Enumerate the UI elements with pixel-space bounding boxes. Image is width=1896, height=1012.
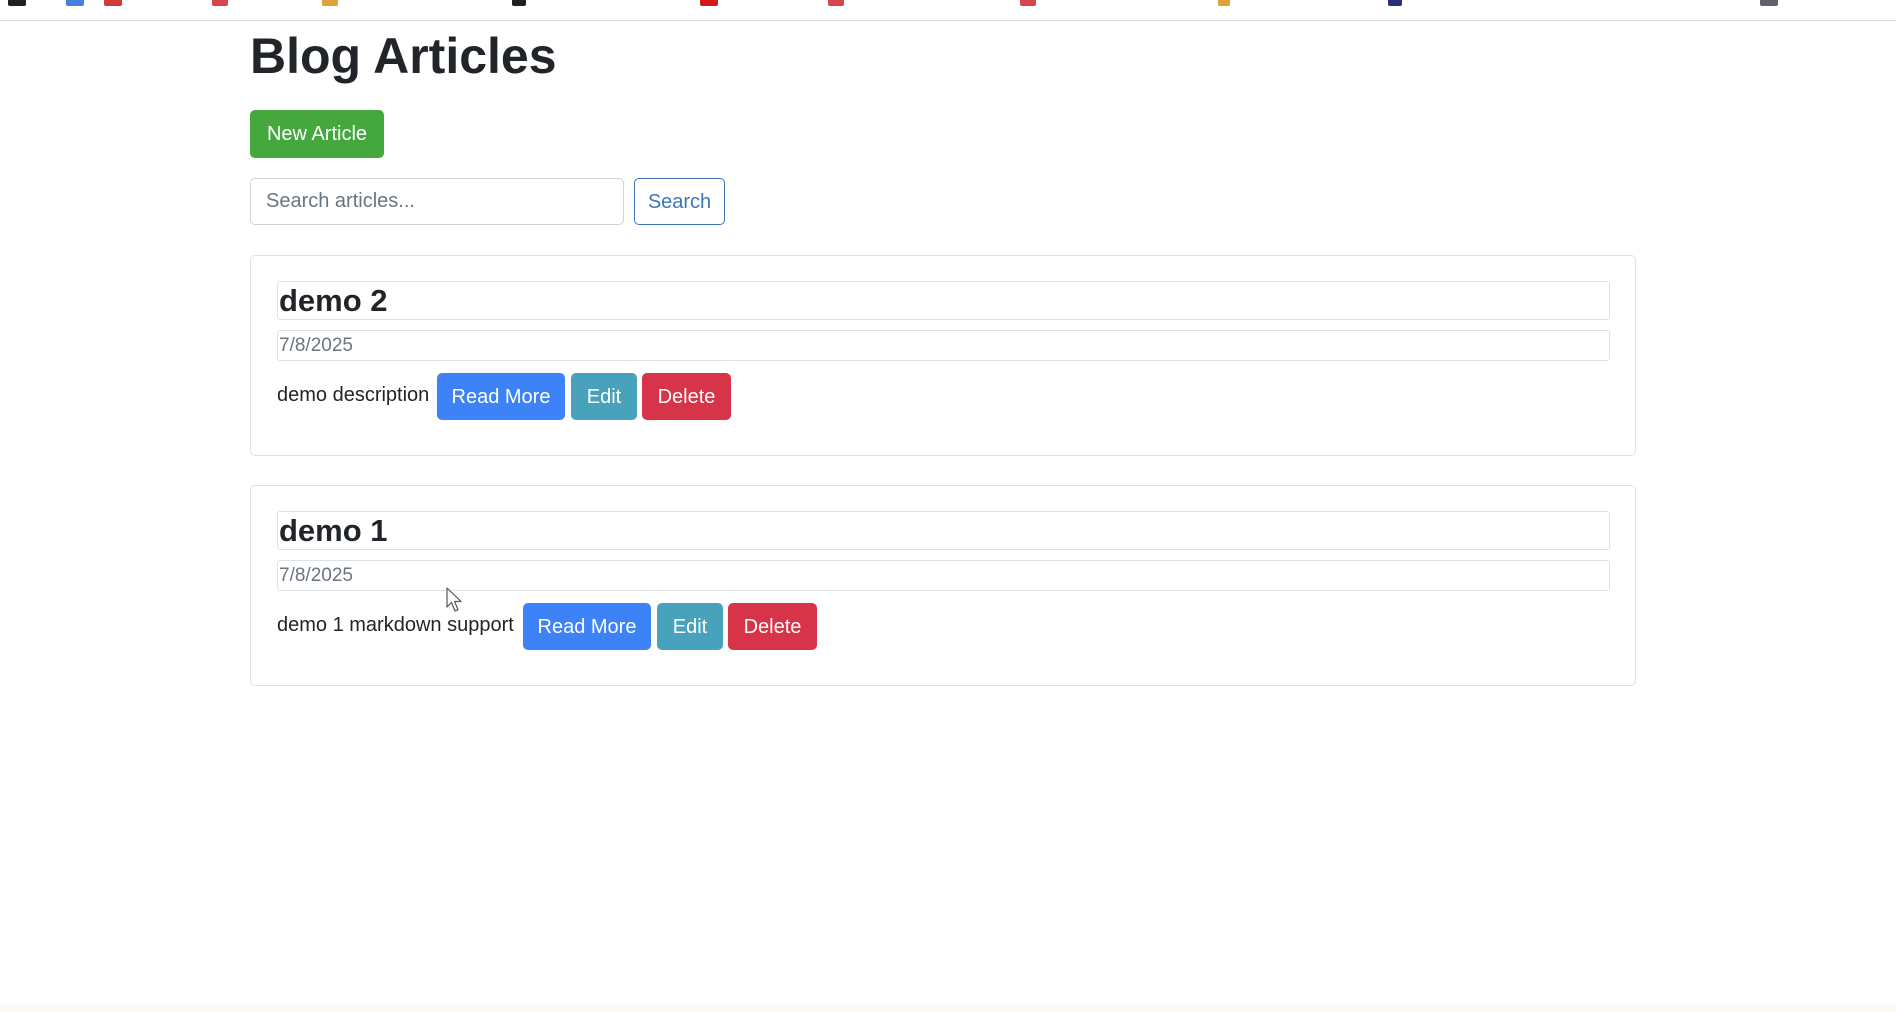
bookmark-icon[interactable] bbox=[1388, 0, 1402, 6]
article-title[interactable]: demo 2 bbox=[277, 281, 1610, 320]
bookmark-icon[interactable] bbox=[322, 0, 338, 6]
article-date: 7/8/2025 bbox=[277, 560, 1610, 591]
page-title: Blog Articles bbox=[250, 28, 557, 84]
bookmark-icon[interactable] bbox=[512, 0, 526, 6]
new-article-button[interactable]: New Article bbox=[250, 110, 384, 158]
search-input[interactable] bbox=[250, 178, 624, 225]
bookmark-icon[interactable] bbox=[1020, 0, 1036, 6]
article-date: 7/8/2025 bbox=[277, 330, 1610, 361]
article-description: demo description bbox=[277, 384, 430, 406]
bookmark-icon[interactable] bbox=[66, 0, 84, 6]
edit-button[interactable]: Edit bbox=[571, 373, 637, 420]
delete-button[interactable]: Delete bbox=[728, 603, 817, 650]
article-card: demo 2 7/8/2025 demo description Read Mo… bbox=[250, 255, 1636, 456]
edit-button[interactable]: Edit bbox=[657, 603, 723, 650]
mouse-pointer-icon bbox=[446, 587, 462, 612]
read-more-button[interactable]: Read More bbox=[523, 603, 651, 650]
bookmark-icon[interactable] bbox=[828, 0, 844, 6]
article-title[interactable]: demo 1 bbox=[277, 511, 1610, 550]
apps-icon[interactable] bbox=[8, 0, 26, 6]
article-description: demo 1 markdown support bbox=[277, 614, 514, 636]
menu-icon[interactable] bbox=[1760, 0, 1778, 6]
bookmark-icon[interactable] bbox=[104, 0, 122, 6]
bookmark-icon[interactable] bbox=[1218, 0, 1230, 6]
read-more-button[interactable]: Read More bbox=[437, 373, 565, 420]
search-button[interactable]: Search bbox=[634, 178, 725, 225]
page-footer-strip bbox=[0, 1004, 1896, 1012]
article-card: demo 1 7/8/2025 demo 1 markdown support … bbox=[250, 485, 1636, 686]
bookmark-icon[interactable] bbox=[212, 0, 228, 6]
browser-bookmarks-bar bbox=[0, 0, 1896, 21]
delete-button[interactable]: Delete bbox=[642, 373, 731, 420]
bookmark-icon[interactable] bbox=[700, 0, 718, 6]
